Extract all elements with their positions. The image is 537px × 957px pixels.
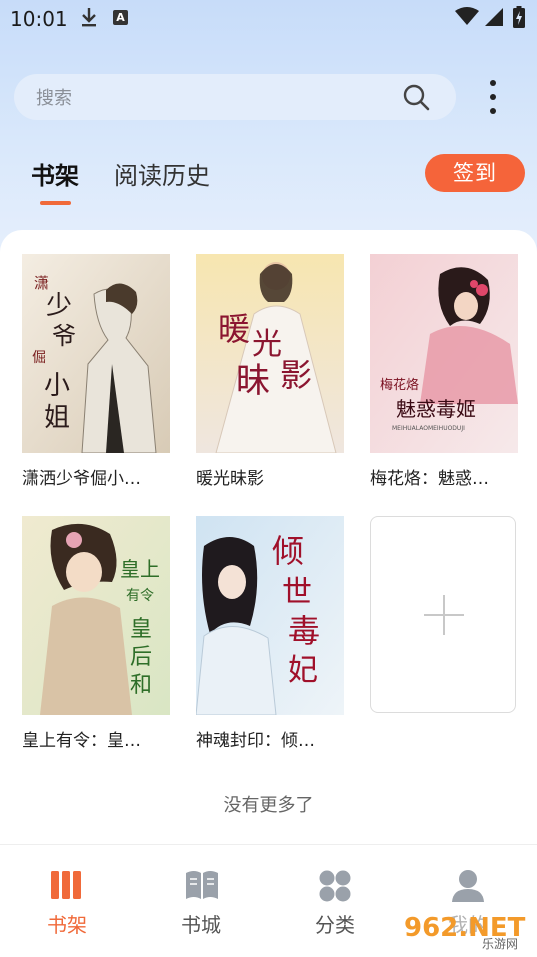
book-item[interactable]: 倾 世 毒 妃 神魂封印：倾… (196, 516, 344, 751)
svg-text:小: 小 (44, 371, 70, 401)
svg-text:乐游网: 乐游网 (482, 937, 518, 951)
svg-text:皇上: 皇上 (120, 557, 160, 581)
svg-text:倾: 倾 (272, 532, 304, 570)
svg-text:毒: 毒 (288, 612, 320, 650)
wifi-icon (455, 6, 479, 30)
tab-bookshelf[interactable]: 书架 (31, 156, 79, 191)
svg-text:世: 世 (282, 575, 312, 610)
bookshelf-content: 潇 少 爷 倔 小 姐 潇洒少爷倔小… 暖 光 昧 影 暖光昧影 梅花烙 魅惑毒… (0, 230, 537, 844)
svg-text:梅花烙: 梅花烙 (380, 377, 419, 393)
svg-text:皇: 皇 (130, 617, 152, 642)
battery-charging-icon (513, 6, 525, 32)
category-grid-icon (319, 870, 351, 902)
svg-text:有令: 有令 (126, 588, 154, 604)
nav-bookshelf[interactable]: 书架 (17, 845, 117, 945)
svg-text:妃: 妃 (288, 653, 318, 688)
book-title[interactable]: 神魂封印：倾… (196, 726, 344, 751)
svg-text:倔: 倔 (32, 350, 46, 366)
book-title[interactable]: 皇上有令：皇… (22, 726, 170, 751)
book-item[interactable]: 梅花烙 魅惑毒姬 MEIHUALAOMEIHUODUJI 梅花烙：魅惑… (370, 254, 518, 489)
tab-reading-history[interactable]: 阅读历史 (114, 156, 210, 191)
svg-text:昧: 昧 (236, 361, 270, 401)
nav-label: 书架 (47, 913, 87, 937)
search-icon[interactable] (402, 83, 430, 115)
cover-title-text: 潇 (34, 274, 49, 292)
svg-text:和: 和 (130, 673, 152, 698)
svg-text:影: 影 (280, 356, 312, 394)
svg-text:爷: 爷 (52, 322, 76, 350)
book-cover[interactable]: 梅花烙 魅惑毒姬 MEIHUALAOMEIHUODUJI (370, 254, 518, 453)
more-options-icon[interactable] (483, 80, 503, 114)
add-book-button[interactable] (370, 516, 516, 713)
status-bar: 10:01 A (0, 0, 537, 36)
active-tab-indicator (40, 201, 71, 205)
book-title[interactable]: 暖光昧影 (196, 464, 344, 489)
svg-text:姐: 姐 (44, 403, 70, 433)
nav-bookstore[interactable]: 书城 (151, 845, 251, 945)
status-time: 10:01 (10, 7, 68, 31)
user-icon (452, 870, 484, 902)
signin-button[interactable]: 签到 (425, 154, 525, 192)
no-more-text: 没有更多了 (223, 795, 314, 816)
open-book-icon (186, 871, 218, 899)
bookshelf-icon (51, 871, 81, 899)
a-notification-icon: A (113, 10, 128, 25)
nav-label: 书城 (181, 913, 221, 937)
book-cover[interactable]: 潇 少 爷 倔 小 姐 (22, 254, 170, 453)
book-title[interactable]: 潇洒少爷倔小… (22, 464, 170, 489)
search-input[interactable] (34, 74, 398, 122)
nav-category[interactable]: 分类 (285, 845, 385, 945)
book-cover[interactable]: 皇上 有令 皇 后 和 (22, 516, 170, 715)
svg-text:MEIHUALAOMEIHUODUJI: MEIHUALAOMEIHUODUJI (392, 425, 465, 432)
svg-text:少: 少 (46, 291, 72, 321)
signal-icon (484, 7, 504, 31)
svg-text:暖: 暖 (218, 310, 250, 348)
book-item[interactable]: 暖 光 昧 影 暖光昧影 (196, 254, 344, 489)
svg-text:魅惑毒姬: 魅惑毒姬 (396, 397, 476, 421)
book-title[interactable]: 梅花烙：魅惑… (370, 464, 518, 489)
book-item[interactable]: 皇上 有令 皇 后 和 皇上有令：皇… (22, 516, 170, 751)
header-background (0, 0, 537, 260)
book-cover[interactable]: 暖 光 昧 影 (196, 254, 344, 453)
book-item[interactable]: 潇 少 爷 倔 小 姐 潇洒少爷倔小… (22, 254, 170, 489)
download-icon (80, 7, 98, 31)
nav-label: 分类 (315, 913, 355, 937)
search-bar[interactable] (14, 74, 456, 122)
book-cover[interactable]: 倾 世 毒 妃 (196, 516, 344, 715)
svg-text:后: 后 (130, 645, 152, 670)
svg-text:光: 光 (252, 327, 282, 362)
site-watermark-logo: 962.NET 乐游网 (398, 908, 532, 951)
